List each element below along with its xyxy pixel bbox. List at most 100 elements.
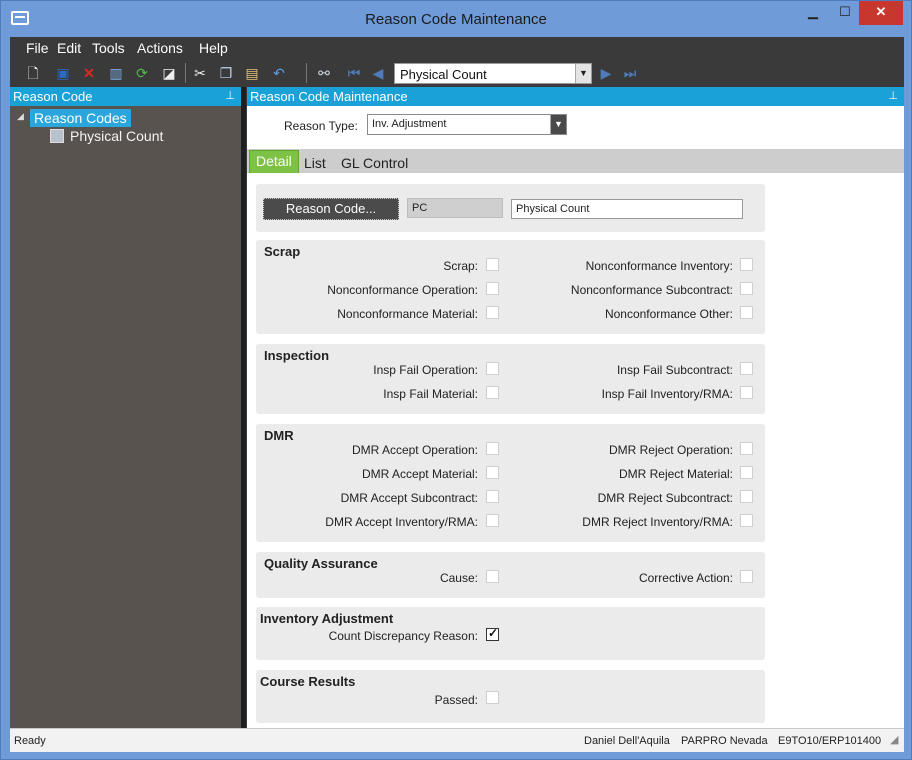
quality-assurance-group: Quality Assurance Cause: Corrective Acti… [256, 552, 765, 598]
dmr-accept-operation-label: DMR Accept Operation: [351, 443, 478, 457]
insp-fail-subcontract-checkbox[interactable] [740, 362, 753, 375]
resize-grip-icon[interactable]: ◢ [890, 733, 898, 746]
toolbar-separator [306, 63, 307, 83]
undo-icon[interactable]: ↶ [270, 64, 288, 82]
menu-file[interactable]: File [26, 40, 49, 56]
paste-icon[interactable]: ▤ [243, 64, 261, 82]
dmr-reject-subcontract-label: DMR Reject Subcontract: [597, 491, 733, 505]
nonconformance-operation-label: Nonconformance Operation: [327, 283, 478, 297]
binoculars-icon[interactable]: ⚯ [315, 64, 333, 82]
menu-bar: File Edit Tools Actions Help [10, 37, 904, 59]
last-record-icon[interactable]: ⏭ [621, 64, 639, 82]
dmr-reject-inventory-rma-label: DMR Reject Inventory/RMA: [582, 515, 733, 529]
nonconformance-material-checkbox[interactable] [486, 306, 499, 319]
nonconformance-inventory-checkbox[interactable] [740, 258, 753, 271]
cause-label: Cause: [439, 571, 478, 585]
scrap-checkbox[interactable] [486, 258, 499, 271]
previous-record-icon[interactable]: ◀ [369, 64, 387, 82]
nonconformance-operation-checkbox[interactable] [486, 282, 499, 295]
insp-fail-inventory-rma-label: Insp Fail Inventory/RMA: [601, 387, 733, 401]
minimize-button[interactable]: ▁ [797, 1, 829, 25]
nonconformance-other-checkbox[interactable] [740, 306, 753, 319]
new-icon[interactable]: 🗋 [24, 64, 42, 82]
left-pane-header: Reason Code ⊥ [10, 87, 241, 106]
status-user: Daniel Dell'Aquila [584, 735, 670, 747]
status-bar: Ready Daniel Dell'Aquila PARPRO Nevada E… [10, 728, 904, 752]
pin-icon[interactable]: ⊥ [888, 87, 898, 106]
insp-fail-operation-checkbox[interactable] [486, 362, 499, 375]
save-icon[interactable]: ▣ [54, 64, 72, 82]
insp-fail-material-checkbox[interactable] [486, 386, 499, 399]
reason-code-field[interactable]: PC [407, 198, 503, 218]
cause-checkbox[interactable] [486, 570, 499, 583]
toolbar-separator [185, 63, 186, 83]
record-nav-combo[interactable]: Physical Count ▼ [394, 63, 592, 84]
left-pane-title: Reason Code [13, 89, 93, 104]
corrective-action-checkbox[interactable] [740, 570, 753, 583]
status-company: PARPRO Nevada [681, 735, 768, 747]
reason-type-value: Inv. Adjustment [372, 118, 447, 130]
dmr-accept-subcontract-checkbox[interactable] [486, 490, 499, 503]
menu-tools[interactable]: Tools [92, 40, 125, 56]
nonconformance-other-label: Nonconformance Other: [604, 307, 733, 321]
inventory-adjustment-title: Inventory Adjustment [260, 611, 394, 626]
nonconformance-material-label: Nonconformance Material: [337, 307, 478, 321]
right-pane-title: Reason Code Maintenance [250, 89, 408, 104]
pane-splitter[interactable] [241, 87, 246, 728]
dmr-group: DMR DMR Accept Operation: DMR Accept Mat… [256, 424, 765, 542]
right-pane-header: Reason Code Maintenance ⊥ [247, 87, 904, 106]
tab-detail[interactable]: Detail [249, 150, 299, 173]
tab-gl-control[interactable]: GL Control [335, 153, 414, 173]
reason-type-select[interactable]: Inv. Adjustment ▼ [367, 114, 567, 135]
insp-fail-inventory-rma-checkbox[interactable] [740, 386, 753, 399]
dmr-reject-inventory-rma-checkbox[interactable] [740, 514, 753, 527]
corrective-action-label: Corrective Action: [638, 571, 733, 585]
scrap-group: Scrap Scrap: Nonconformance Operation: N… [256, 240, 765, 334]
dmr-accept-material-checkbox[interactable] [486, 466, 499, 479]
close-button[interactable]: ✕ [859, 1, 903, 25]
chevron-down-icon[interactable]: ▼ [575, 64, 591, 83]
dmr-reject-subcontract-checkbox[interactable] [740, 490, 753, 503]
tree-expand-icon[interactable]: ◢ [17, 111, 24, 122]
insp-fail-operation-label: Insp Fail Operation: [373, 363, 478, 377]
reason-code-group: Reason Code... PC Physical Count [256, 184, 765, 232]
cut-icon[interactable]: ✂ [191, 64, 209, 82]
pin-icon[interactable]: ⊥ [225, 87, 235, 106]
description-field[interactable]: Physical Count [511, 199, 743, 219]
app-window: Reason Code Maintenance ▁ ☐ ✕ File Edit … [0, 0, 912, 760]
nonconformance-inventory-label: Nonconformance Inventory: [585, 259, 733, 273]
refresh-icon[interactable]: ⟳ [133, 64, 151, 82]
inventory-adjustment-group: Inventory Adjustment Count Discrepancy R… [256, 607, 765, 660]
count-discrepancy-reason-checkbox[interactable] [486, 626, 499, 641]
menu-edit[interactable]: Edit [57, 40, 81, 56]
dmr-reject-operation-checkbox[interactable] [740, 442, 753, 455]
tree-item-physical-count[interactable]: Physical Count [70, 128, 163, 144]
passed-label: Passed: [434, 693, 478, 707]
scrap-title: Scrap [264, 244, 301, 259]
dmr-reject-operation-label: DMR Reject Operation: [608, 443, 733, 457]
status-ready: Ready [14, 735, 46, 747]
delete-icon[interactable]: ✕ [80, 64, 98, 82]
copy-icon[interactable]: ❐ [217, 64, 235, 82]
chevron-down-icon[interactable]: ▼ [550, 115, 566, 134]
dmr-reject-material-checkbox[interactable] [740, 466, 753, 479]
passed-checkbox[interactable] [486, 691, 499, 704]
insp-fail-material-label: Insp Fail Material: [383, 387, 478, 401]
quality-assurance-title: Quality Assurance [264, 556, 378, 571]
dmr-accept-operation-checkbox[interactable] [486, 442, 499, 455]
tree-root-reason-codes[interactable]: Reason Codes [30, 109, 131, 127]
first-record-icon[interactable]: ⏮ [345, 64, 363, 82]
next-record-icon[interactable]: ▶ [597, 64, 615, 82]
title-bar[interactable]: Reason Code Maintenance ▁ ☐ ✕ [1, 1, 911, 37]
dmr-accept-inventory-rma-checkbox[interactable] [486, 514, 499, 527]
reason-code-button[interactable]: Reason Code... [263, 198, 399, 220]
nonconformance-subcontract-checkbox[interactable] [740, 282, 753, 295]
menu-help[interactable]: Help [199, 40, 228, 56]
tab-list[interactable]: List [298, 153, 332, 173]
record-nav-value: Physical Count [400, 67, 487, 82]
open-book-icon[interactable]: ▥ [107, 64, 125, 82]
eraser-icon[interactable]: ◪ [160, 64, 178, 82]
window-title: Reason Code Maintenance [365, 11, 547, 28]
menu-actions[interactable]: Actions [137, 40, 183, 56]
maximize-button[interactable]: ☐ [829, 1, 861, 25]
